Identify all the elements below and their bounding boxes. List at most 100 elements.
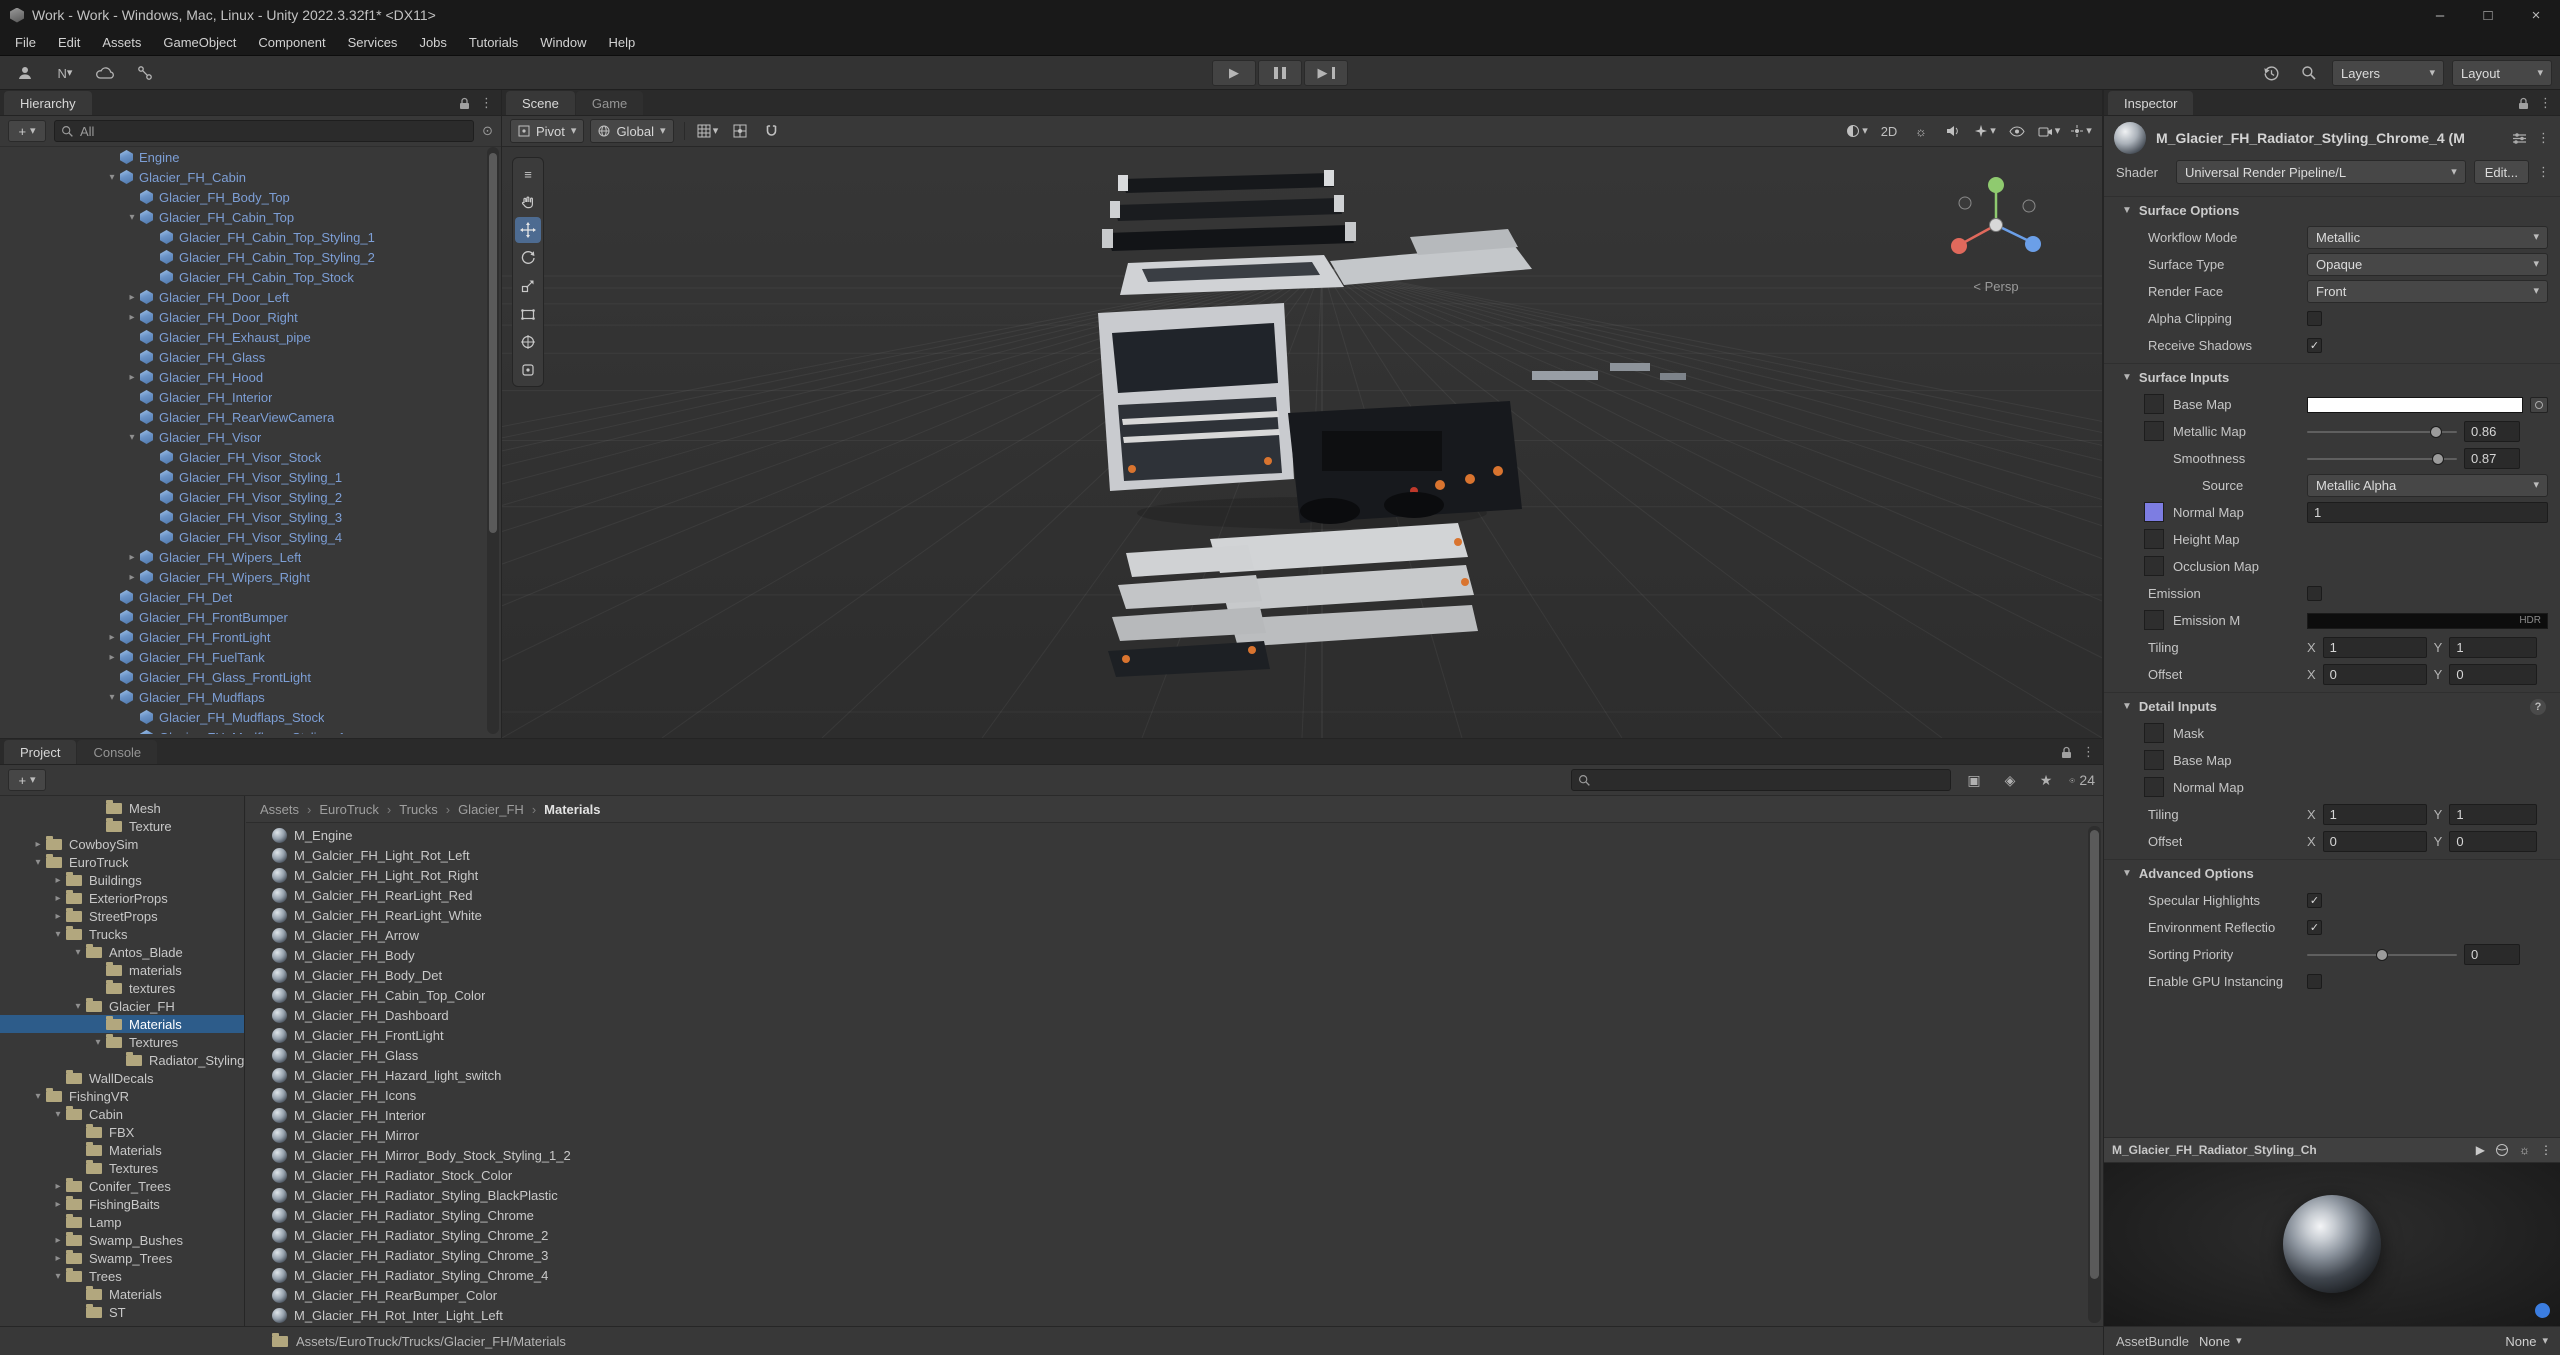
hierarchy-item[interactable]: Glacier_FH_Cabin_Top_Styling_2 [0,247,485,267]
hierarchy-item[interactable]: ▸Glacier_FH_Wipers_Left [0,547,485,567]
project-folder-item[interactable]: ▸Conifer_Trees [0,1177,244,1195]
object-picker-icon[interactable]: ⊙ [482,123,493,139]
minimize-button[interactable]: – [2416,0,2464,30]
preview-play-icon[interactable]: ▶ [2476,1143,2485,1157]
hierarchy-item[interactable]: Glacier_FH_Cabin_Top_Stock [0,267,485,287]
detail-offset-y-field[interactable]: 0 [2449,831,2537,852]
breadcrumb-item[interactable]: Trucks [399,802,438,817]
base-map-texture-slot[interactable] [2144,394,2164,414]
layers-dropdown[interactable]: Layers▾ [2332,60,2444,86]
tab-hierarchy[interactable]: Hierarchy [4,91,92,115]
hierarchy-item[interactable]: ▾Glacier_FH_Cabin [0,167,485,187]
occlusion-map-texture-slot[interactable] [2144,556,2164,576]
project-search-input[interactable] [1571,769,1951,791]
panel-menu-icon[interactable]: ⋮ [480,95,493,111]
normal-map-texture-slot[interactable] [2144,502,2164,522]
hierarchy-item[interactable]: ▸Glacier_FH_FuelTank [0,647,485,667]
foldout-arrow[interactable]: ▾ [50,1109,66,1120]
project-folder-item[interactable]: ▾Trucks [0,925,244,943]
foldout-arrow[interactable]: ▼ [2122,205,2132,216]
project-folder-item[interactable]: materials [0,961,244,979]
audio-toggle[interactable] [1940,119,1966,143]
asset-item[interactable]: M_Glacier_FH_Radiator_Styling_Chrome [246,1205,2085,1225]
asset-list-scrollbar[interactable] [2088,826,2101,1323]
hierarchy-item[interactable]: Glacier_FH_Exhaust_pipe [0,327,485,347]
foldout-arrow[interactable]: ▸ [104,632,120,643]
foldout-arrow[interactable]: ▸ [124,292,140,303]
detail-tiling-y-field[interactable]: 1 [2449,804,2537,825]
project-folder-item[interactable]: ▾Textures [0,1033,244,1051]
breadcrumb-item[interactable]: EuroTruck [319,802,378,817]
foldout-arrow[interactable]: ▾ [70,1001,86,1012]
project-folder-item[interactable]: ▾Cabin [0,1105,244,1123]
detail-offset-x-field[interactable]: 0 [2323,831,2427,852]
foldout-arrow[interactable]: ▸ [50,875,66,886]
normal-scale-field[interactable]: 1 [2307,502,2548,523]
tool-handle-rotation-dropdown[interactable]: Global▾ [590,119,673,143]
project-folder-item[interactable]: ▸Buildings [0,871,244,889]
grid-visibility-dropdown[interactable]: ▾ [695,119,721,143]
sorting-priority-field[interactable]: 0 [2464,944,2520,965]
detail-tiling-x-field[interactable]: 1 [2323,804,2427,825]
hierarchy-item[interactable]: Glacier_FH_Body_Top [0,187,485,207]
tool-handle-pivot-dropdown[interactable]: Pivot▾ [510,119,584,143]
presets-icon[interactable] [2512,132,2527,145]
asset-item[interactable]: M_Glacier_FH_Rot_Inter_Light_Left [246,1305,2085,1325]
section-surface-inputs[interactable]: ▼Surface Inputs [2104,363,2560,391]
foldout-arrow[interactable]: ▸ [124,372,140,383]
foldout-arrow[interactable]: ▾ [50,1271,66,1282]
asset-item[interactable]: M_Glacier_FH_Radiator_Stock_Color [246,1165,2085,1185]
hierarchy-item[interactable]: ▸Glacier_FH_Wipers_Right [0,567,485,587]
camera-settings-dropdown[interactable]: ▾ [2036,119,2062,143]
project-folder-item[interactable]: ▾Trees [0,1267,244,1285]
tab-console[interactable]: Console [77,740,157,764]
project-folder-item[interactable]: Texture [0,817,244,835]
hierarchy-item[interactable]: Glacier_FH_Visor_Styling_2 [0,487,485,507]
asset-item[interactable]: M_Engine [246,825,2085,845]
asset-item[interactable]: M_Glacier_FH_Hazard_light_switch [246,1065,2085,1085]
foldout-arrow[interactable]: ▾ [90,1037,106,1048]
preview-mesh-icon[interactable] [2495,1143,2509,1157]
asset-item[interactable]: M_Glacier_FH_Radiator_Styling_Chrome_4 [246,1265,2085,1285]
foldout-arrow[interactable]: ▾ [104,692,120,703]
project-menu-icon[interactable]: ⋮ [2082,744,2095,760]
hierarchy-item[interactable]: ▸Glacier_FH_FrontLight [0,627,485,647]
cloud-icon[interactable] [90,60,120,86]
emission-color-swatch[interactable]: HDR [2307,613,2548,629]
foldout-arrow[interactable]: ▼ [2122,701,2132,712]
project-folder-item[interactable]: ▸CowboySim [0,835,244,853]
shading-mode-dropdown[interactable]: ▾ [1844,119,1870,143]
move-tool-button[interactable] [515,217,541,243]
hierarchy-item[interactable]: ▾Glacier_FH_Visor [0,427,485,447]
project-folder-item[interactable]: Materials [0,1015,244,1033]
project-folder-item[interactable]: ▾Antos_Blade [0,943,244,961]
foldout-arrow[interactable]: ▸ [124,312,140,323]
tab-scene[interactable]: Scene [506,91,575,115]
receive-shadows-checkbox[interactable]: ✓ [2307,338,2322,353]
hierarchy-item[interactable]: Glacier_FH_Glass [0,347,485,367]
foldout-arrow[interactable]: ▾ [104,172,120,183]
project-folder-item[interactable]: Materials [0,1285,244,1303]
project-folder-item[interactable]: FBX [0,1123,244,1141]
metallic-value-field[interactable]: 0.86 [2464,421,2520,442]
scene-orientation-gizmo[interactable]: < Persp [1936,173,2056,294]
hierarchy-item[interactable]: Glacier_FH_Det [0,587,485,607]
hierarchy-item[interactable]: Engine [0,147,485,167]
scale-tool-button[interactable] [515,273,541,299]
view-tool-button[interactable] [515,189,541,215]
shader-menu-icon[interactable]: ⋮ [2537,164,2550,180]
step-button[interactable]: ▶ [1304,60,1348,86]
save-search-icon[interactable]: ★ [2033,769,2059,791]
project-folder-item[interactable]: textures [0,979,244,997]
project-folder-item[interactable]: ▸Swamp_Trees [0,1249,244,1267]
offset-y-field[interactable]: 0 [2449,664,2537,685]
asset-item[interactable]: M_Glacier_FH_RearBumper_Color [246,1285,2085,1305]
hierarchy-item[interactable]: ▸Glacier_FH_Hood [0,367,485,387]
project-folder-item[interactable]: Radiator_Styling [0,1051,244,1069]
alpha-clipping-checkbox[interactable] [2307,311,2322,326]
section-detail-inputs[interactable]: ▼Detail Inputs? [2104,692,2560,720]
effects-dropdown[interactable]: ▾ [1972,119,1998,143]
foldout-arrow[interactable]: ▸ [104,652,120,663]
scene-viewport[interactable]: ≡ [502,147,2102,738]
section-surface-options[interactable]: ▼Surface Options [2104,196,2560,224]
